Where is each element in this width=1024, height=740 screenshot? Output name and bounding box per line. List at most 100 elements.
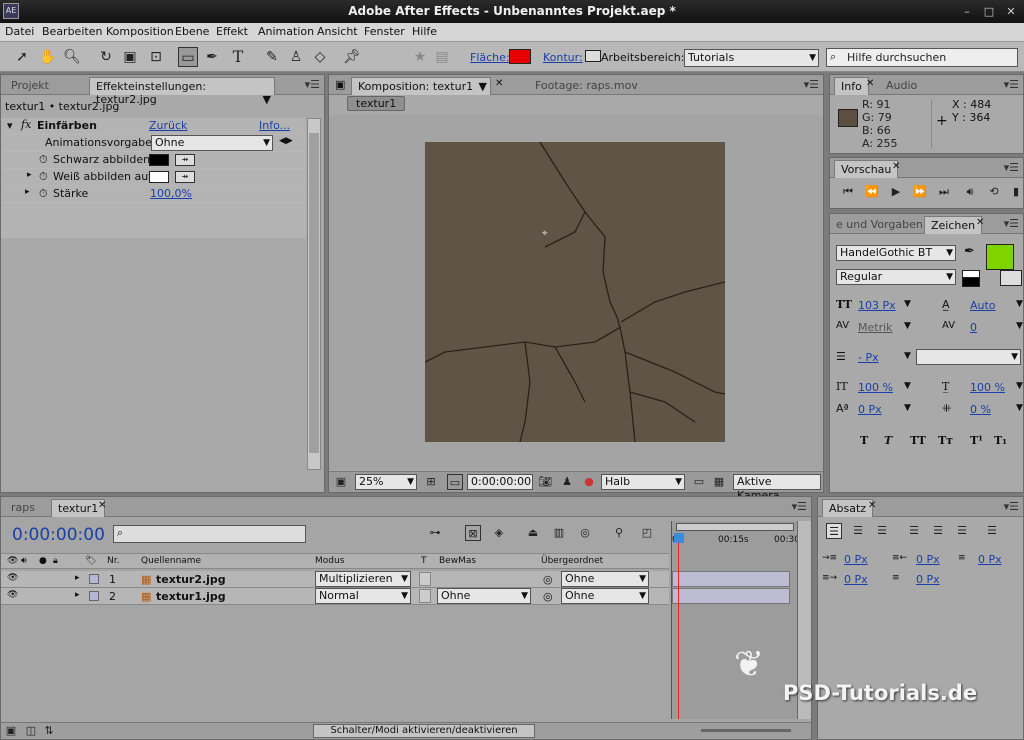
panel-menu-icon[interactable]: ▾☰ [804,78,819,91]
last-frame-icon[interactable]: ⏭ [936,184,952,200]
faux-bold-icon[interactable]: T [860,434,868,447]
snapshot-icon[interactable]: 📷︎ [537,474,553,490]
pan-behind-tool-icon[interactable]: ⊡ [146,47,166,67]
space-before-value[interactable]: 0 Px [978,553,1002,566]
justify-left-icon[interactable]: ☰ [906,523,922,539]
expand-arrow-icon[interactable]: ▸ [27,170,32,180]
composition-mini-flowchart-icon[interactable]: ⊶ [427,525,443,541]
justify-center-icon[interactable]: ☰ [930,523,946,539]
menu-hilfe[interactable]: Hilfe [412,25,437,38]
tsume-value[interactable]: 0 % [970,403,991,416]
amount-value[interactable]: 100,0% [150,187,192,200]
eraser-tool-icon[interactable]: ◇ [310,47,330,67]
chevron-down-icon[interactable]: ▼ [904,381,911,391]
panel-menu-icon[interactable]: ▾☰ [1004,217,1019,230]
black-swatch[interactable] [962,277,980,287]
eye-icon[interactable]: 👁︎ [7,590,18,600]
brainstorm-icon[interactable]: ⚲ [611,525,627,541]
eye-icon[interactable]: 👁︎ [7,573,18,583]
chevron-down-icon[interactable]: ▼ [1016,381,1023,391]
eyedropper-icon[interactable]: ⇸ [175,154,195,166]
close-tab-icon[interactable]: ✕ [866,78,874,89]
stroke-color-swatch[interactable] [1000,270,1022,286]
tab-info[interactable]: Info [834,77,869,95]
hand-tool-icon[interactable]: ✋ [38,47,58,67]
maximize-button[interactable]: □ [980,4,998,19]
menu-bearbeiten[interactable]: Bearbeiten [42,25,102,38]
tab-preview[interactable]: Vorschau [834,160,899,178]
fill-label[interactable]: Fläche: [470,51,510,64]
horizontal-scale-value[interactable]: 100 % [970,381,1005,394]
chevron-down-icon[interactable]: ▼ [904,403,911,413]
comp-flowchart-button[interactable]: textur1 [347,96,406,111]
blend-mode-select[interactable]: Normal ▼ [315,588,411,604]
tab-effect-controls[interactable]: Effekteinstellungen: textur2.jpg ▼ [89,77,275,106]
mask-visibility-icon[interactable]: ▭ [447,474,463,490]
frame-blending-icon[interactable]: ▥ [551,525,567,541]
work-area-bar[interactable] [676,523,794,531]
layer-search-input[interactable]: ⌕ [113,525,306,543]
fx-icon[interactable]: fx [21,118,31,131]
tab-effects-presets[interactable]: e und Vorgaben [830,216,929,234]
fill-color-swatch[interactable] [509,49,531,64]
superscript-icon[interactable]: T¹ [970,434,983,447]
minimize-button[interactable]: – [958,4,976,19]
selection-tool-icon[interactable]: ➚ [12,47,32,67]
align-center-icon[interactable]: ☰ [850,523,866,539]
live-update-icon[interactable]: ⊠ [465,525,481,541]
chevron-down-icon[interactable]: ▼ [904,321,911,331]
chevron-down-icon[interactable]: ▼ [1016,299,1023,309]
layer-duration-bar[interactable] [672,571,790,587]
layer-duration-bar[interactable] [672,588,790,604]
panel-menu-icon[interactable]: ▾☰ [305,78,320,91]
preserve-transparency-toggle[interactable] [419,572,431,586]
panel-menu-icon[interactable]: ▾☰ [1004,78,1019,91]
close-tab-icon[interactable]: ✕ [976,217,984,228]
pickwhip-icon[interactable]: ◎ [543,590,553,603]
ram-preview-icon[interactable]: ▮ [1008,184,1024,200]
motion-blur-icon[interactable]: ◎ [577,525,593,541]
comp-viewer[interactable]: ⌖ [329,115,823,470]
chevron-down-icon[interactable]: ▼ [904,351,911,361]
effects-scrollbar[interactable] [307,118,321,470]
rectangle-tool-icon[interactable]: ▭ [178,47,198,67]
menu-effekt[interactable]: Effekt [216,25,248,38]
camera-tool-icon[interactable]: ▣ [120,47,140,67]
stroke-width-value[interactable]: - Px [858,351,879,364]
pickwhip-icon[interactable]: ◎ [543,573,553,586]
small-caps-icon[interactable]: Tт [938,434,953,447]
clone-stamp-tool-icon[interactable]: ♙ [286,47,306,67]
previous-frame-icon[interactable]: ⏪ [864,184,880,200]
tracking-value[interactable]: 0 [970,321,977,334]
indent-right-value[interactable]: 0 Px [916,553,940,566]
faux-italic-icon[interactable]: T [884,434,892,447]
track-matte-select[interactable]: Ohne ▼ [437,588,531,604]
in-out-icon[interactable]: ⇅ [41,723,57,739]
layer-switches-icon[interactable]: ▣ [3,723,19,739]
close-button[interactable]: ✕ [1002,4,1020,19]
fill-color-swatch[interactable] [986,244,1014,270]
playhead-line[interactable] [678,533,679,719]
timeline-current-time[interactable]: 0:00:00:00 [12,525,105,545]
indent-left-value[interactable]: 0 Px [844,553,868,566]
zoom-select[interactable]: 25% ▼ [355,474,417,490]
indent-first-value[interactable]: 0 Px [844,573,868,586]
justify-all-icon[interactable]: ☰ [984,523,1000,539]
presets-select[interactable]: Ohne ▼ [151,135,273,151]
white-color-swatch[interactable] [149,171,169,183]
menu-ansicht[interactable]: Ansicht [317,25,358,38]
menu-animation[interactable]: Animation [258,25,314,38]
brush-tool-icon[interactable]: ✎ [262,47,282,67]
stopwatch-icon[interactable]: ⏱ [39,170,48,184]
draft-3d-icon[interactable]: ◈ [491,525,507,541]
close-tab-icon[interactable]: ✕ [98,500,106,511]
zoom-slider[interactable] [701,729,791,732]
tab-raps[interactable]: raps [5,499,41,517]
about-link[interactable]: Info... [259,119,290,132]
help-search-input[interactable]: ⌕ Hilfe durchsuchen [826,48,1018,67]
text-tool-icon[interactable]: T [228,47,248,67]
eyedropper-icon[interactable]: ✒ [964,244,975,259]
transparency-grid-icon[interactable]: ▦ [711,474,727,490]
chevron-down-icon[interactable]: ▼ [1016,321,1023,331]
puppet-pin-tool-icon[interactable]: 📌︎ [342,47,362,67]
